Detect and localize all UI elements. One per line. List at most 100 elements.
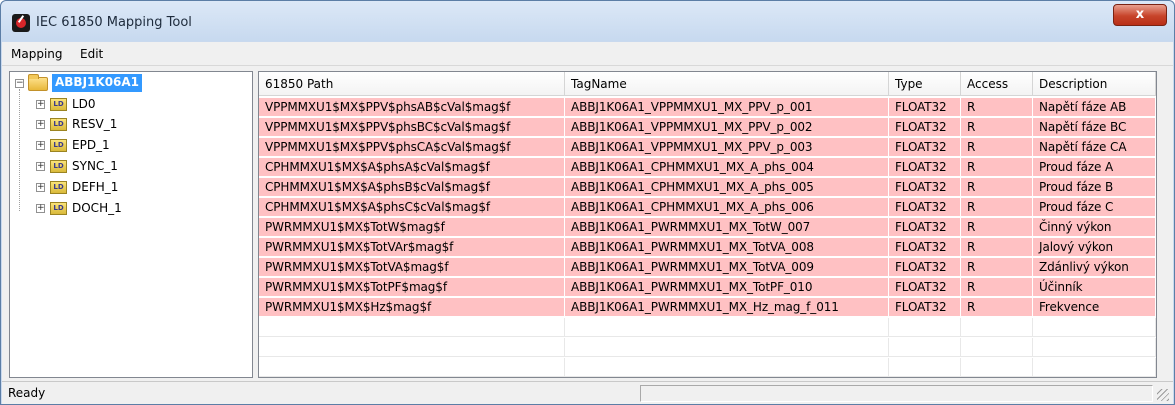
logical-device-icon: LD [50, 118, 67, 131]
expand-toggle-icon[interactable]: + [36, 120, 45, 129]
table-row[interactable]: PWRMMXU1$MX$TotVA$mag$f ABBJ1K06A1_PWRMMX… [259, 258, 1156, 277]
menu-edit[interactable]: Edit [80, 47, 103, 61]
tree-item-ld0[interactable]: LD0 [72, 97, 96, 111]
empty-cell [565, 318, 889, 337]
tree-item-resv1[interactable]: RESV_1 [72, 117, 117, 131]
column-header-path[interactable]: 61850 Path [259, 72, 565, 96]
cell-description: Napětí fáze CA [1033, 138, 1156, 157]
cell-description: Napětí fáze BC [1033, 118, 1156, 137]
empty-cell [259, 358, 565, 377]
table-row[interactable]: VPPMMXU1$MX$PPV$phsCA$cVal$mag$f ABBJ1K06… [259, 138, 1156, 157]
cell-tagname: ABBJ1K06A1_PWRMMXU1_MX_TotVA_008 [565, 238, 889, 257]
collapse-toggle-icon[interactable]: − [15, 79, 24, 88]
expand-toggle-icon[interactable]: + [36, 204, 45, 213]
cell-access: R [961, 178, 1033, 197]
table-row[interactable]: PWRMMXU1$MX$TotW$mag$f ABBJ1K06A1_PWRMMXU… [259, 218, 1156, 237]
resize-grip-icon[interactable] [1157, 389, 1169, 401]
cell-access: R [961, 218, 1033, 237]
empty-cell [889, 338, 961, 357]
column-header-access[interactable]: Access [961, 72, 1033, 96]
table-row[interactable]: CPHMMXU1$MX$A$phsB$cVal$mag$f ABBJ1K06A1_… [259, 178, 1156, 197]
tree-item-epd1[interactable]: EPD_1 [72, 138, 110, 152]
cell-tagname: ABBJ1K06A1_CPHMMXU1_MX_A_phs_006 [565, 198, 889, 217]
cell-access: R [961, 198, 1033, 217]
cell-path: PWRMMXU1$MX$TotPF$mag$f [259, 278, 565, 297]
cell-type: FLOAT32 [889, 278, 961, 297]
expand-toggle-icon[interactable]: + [36, 100, 45, 109]
cell-access: R [961, 298, 1033, 317]
cell-path: PWRMMXU1$MX$TotVAr$mag$f [259, 238, 565, 257]
empty-cell [565, 338, 889, 357]
empty-cell [565, 358, 889, 377]
logical-device-icon: LD [50, 98, 67, 111]
expand-toggle-icon[interactable]: + [36, 141, 45, 150]
empty-cell [889, 358, 961, 377]
table-row[interactable]: PWRMMXU1$MX$TotPF$mag$f ABBJ1K06A1_PWRMMX… [259, 278, 1156, 297]
cell-description: Napětí fáze AB [1033, 98, 1156, 117]
empty-cell [961, 358, 1033, 377]
empty-row [259, 318, 1156, 337]
column-header-description[interactable]: Description [1033, 72, 1156, 96]
cell-tagname: ABBJ1K06A1_PWRMMXU1_MX_TotPF_010 [565, 278, 889, 297]
cell-access: R [961, 278, 1033, 297]
cell-description: Zdánlivý výkon [1033, 258, 1156, 277]
tree-connector [19, 89, 20, 211]
empty-cell [961, 338, 1033, 357]
cell-type: FLOAT32 [889, 158, 961, 177]
table-row[interactable]: PWRMMXU1$MX$Hz$mag$f ABBJ1K06A1_PWRMMXU1_… [259, 298, 1156, 317]
folder-icon [28, 74, 48, 91]
cell-tagname: ABBJ1K06A1_VPPMMXU1_MX_PPV_p_001 [565, 98, 889, 117]
empty-cell [961, 318, 1033, 337]
cell-access: R [961, 118, 1033, 137]
table-row[interactable]: CPHMMXU1$MX$A$phsA$cVal$mag$f ABBJ1K06A1_… [259, 158, 1156, 177]
logical-device-icon: LD [50, 139, 67, 152]
status-bar: Ready [2, 381, 1173, 404]
table-row[interactable]: VPPMMXU1$MX$PPV$phsAB$cVal$mag$f ABBJ1K06… [259, 98, 1156, 117]
mapping-table[interactable]: 61850 Path TagName Type Access Descripti… [258, 71, 1157, 378]
cell-description: Proud fáze C [1033, 198, 1156, 217]
cell-path: VPPMMXU1$MX$PPV$phsAB$cVal$mag$f [259, 98, 565, 117]
column-header-type[interactable]: Type [889, 72, 961, 96]
cell-description: Činný výkon [1033, 218, 1156, 237]
expand-toggle-icon[interactable]: + [36, 162, 45, 171]
cell-type: FLOAT32 [889, 258, 961, 277]
tree-item-sync1[interactable]: SYNC_1 [72, 159, 118, 173]
cell-tagname: ABBJ1K06A1_VPPMMXU1_MX_PPV_p_002 [565, 118, 889, 137]
expand-toggle-icon[interactable]: + [36, 183, 45, 192]
logical-device-icon: LD [50, 181, 67, 194]
table-row[interactable]: VPPMMXU1$MX$PPV$phsBC$cVal$mag$f ABBJ1K06… [259, 118, 1156, 137]
cell-tagname: ABBJ1K06A1_CPHMMXU1_MX_A_phs_005 [565, 178, 889, 197]
cell-path: VPPMMXU1$MX$PPV$phsBC$cVal$mag$f [259, 118, 565, 137]
cell-path: PWRMMXU1$MX$TotW$mag$f [259, 218, 565, 237]
close-button[interactable]: x [1113, 4, 1167, 26]
empty-cell [1033, 338, 1156, 357]
cell-type: FLOAT32 [889, 218, 961, 237]
cell-path: CPHMMXU1$MX$A$phsC$cVal$mag$f [259, 198, 565, 217]
tree-item-defh1[interactable]: DEFH_1 [72, 180, 118, 194]
title-bar[interactable]: IEC 61850 Mapping Tool x [1, 1, 1174, 41]
menu-bar: Mapping Edit [2, 42, 1173, 66]
cell-path: PWRMMXU1$MX$Hz$mag$f [259, 298, 565, 317]
cell-access: R [961, 258, 1033, 277]
cell-tagname: ABBJ1K06A1_PWRMMXU1_MX_Hz_mag_f_011 [565, 298, 889, 317]
client-area: − ABBJ1K06A1 + LD LD0 + LD RESV_1 + LD E… [2, 66, 1173, 381]
cell-access: R [961, 238, 1033, 257]
table-row[interactable]: PWRMMXU1$MX$TotVAr$mag$f ABBJ1K06A1_PWRMM… [259, 238, 1156, 257]
device-tree[interactable]: − ABBJ1K06A1 + LD LD0 + LD RESV_1 + LD E… [9, 71, 253, 378]
table-row[interactable]: CPHMMXU1$MX$A$phsC$cVal$mag$f ABBJ1K06A1_… [259, 198, 1156, 217]
tree-root-item[interactable]: ABBJ1K06A1 [52, 74, 143, 92]
app-logo-icon [12, 14, 30, 32]
tree-item-doch1[interactable]: DOCH_1 [72, 201, 122, 215]
cell-description: Jalový výkon [1033, 238, 1156, 257]
cell-access: R [961, 98, 1033, 117]
table-header: 61850 Path TagName Type Access Descripti… [259, 72, 1156, 96]
cell-access: R [961, 158, 1033, 177]
cell-description: Proud fáze A [1033, 158, 1156, 177]
cell-path: VPPMMXU1$MX$PPV$phsCA$cVal$mag$f [259, 138, 565, 157]
column-header-tagname[interactable]: TagName [565, 72, 889, 96]
cell-path: CPHMMXU1$MX$A$phsA$cVal$mag$f [259, 158, 565, 177]
menu-mapping[interactable]: Mapping [11, 47, 63, 61]
cell-tagname: ABBJ1K06A1_PWRMMXU1_MX_TotVA_009 [565, 258, 889, 277]
cell-type: FLOAT32 [889, 138, 961, 157]
empty-row [259, 358, 1156, 377]
